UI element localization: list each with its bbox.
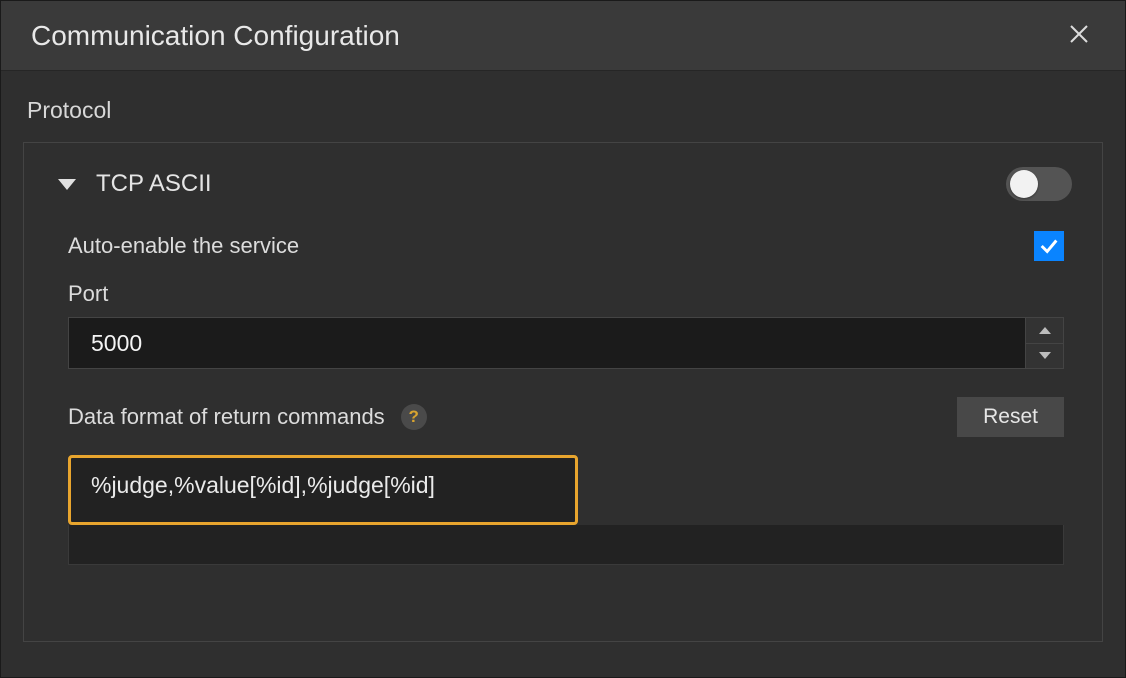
protocol-expander[interactable]: TCP ASCII	[54, 170, 212, 198]
caret-down-icon	[58, 179, 76, 190]
dialog-body: Protocol TCP ASCII Auto-enable the servi…	[1, 71, 1125, 677]
row-auto-enable: Auto-enable the service	[68, 231, 1064, 261]
port-input[interactable]	[69, 318, 1025, 368]
data-format-value: %judge,%value[%id],%judge[%id]	[71, 458, 575, 513]
port-label: Port	[68, 281, 1064, 307]
check-icon	[1038, 235, 1060, 257]
port-stepper	[1025, 318, 1063, 368]
port-step-down[interactable]	[1026, 344, 1063, 369]
close-icon[interactable]	[1063, 20, 1095, 51]
dialog-titlebar: Communication Configuration	[1, 1, 1125, 71]
dialog-title: Communication Configuration	[31, 20, 400, 52]
data-format-textarea-extra[interactable]	[68, 525, 1064, 565]
row-data-format-header: Data format of return commands ? Reset	[68, 397, 1064, 437]
protocol-panel-header: TCP ASCII	[54, 167, 1072, 201]
section-label-protocol: Protocol	[27, 97, 1103, 124]
data-format-label: Data format of return commands	[68, 404, 385, 430]
port-step-up[interactable]	[1026, 318, 1063, 344]
protocol-form: Auto-enable the service Port	[54, 231, 1072, 565]
data-format-highlight-box[interactable]: %judge,%value[%id],%judge[%id]	[68, 455, 578, 525]
chevron-down-icon	[1039, 352, 1051, 359]
protocol-name: TCP ASCII	[96, 170, 212, 198]
dialog-communication-config: Communication Configuration Protocol TCP…	[0, 0, 1126, 678]
port-field	[68, 317, 1064, 369]
chevron-up-icon	[1039, 327, 1051, 334]
auto-enable-checkbox[interactable]	[1034, 231, 1064, 261]
auto-enable-label: Auto-enable the service	[68, 233, 299, 259]
toggle-knob	[1010, 170, 1038, 198]
help-icon[interactable]: ?	[401, 404, 427, 430]
protocol-panel: TCP ASCII Auto-enable the service Port	[23, 142, 1103, 642]
reset-button[interactable]: Reset	[957, 397, 1064, 437]
protocol-enable-toggle[interactable]	[1006, 167, 1072, 201]
